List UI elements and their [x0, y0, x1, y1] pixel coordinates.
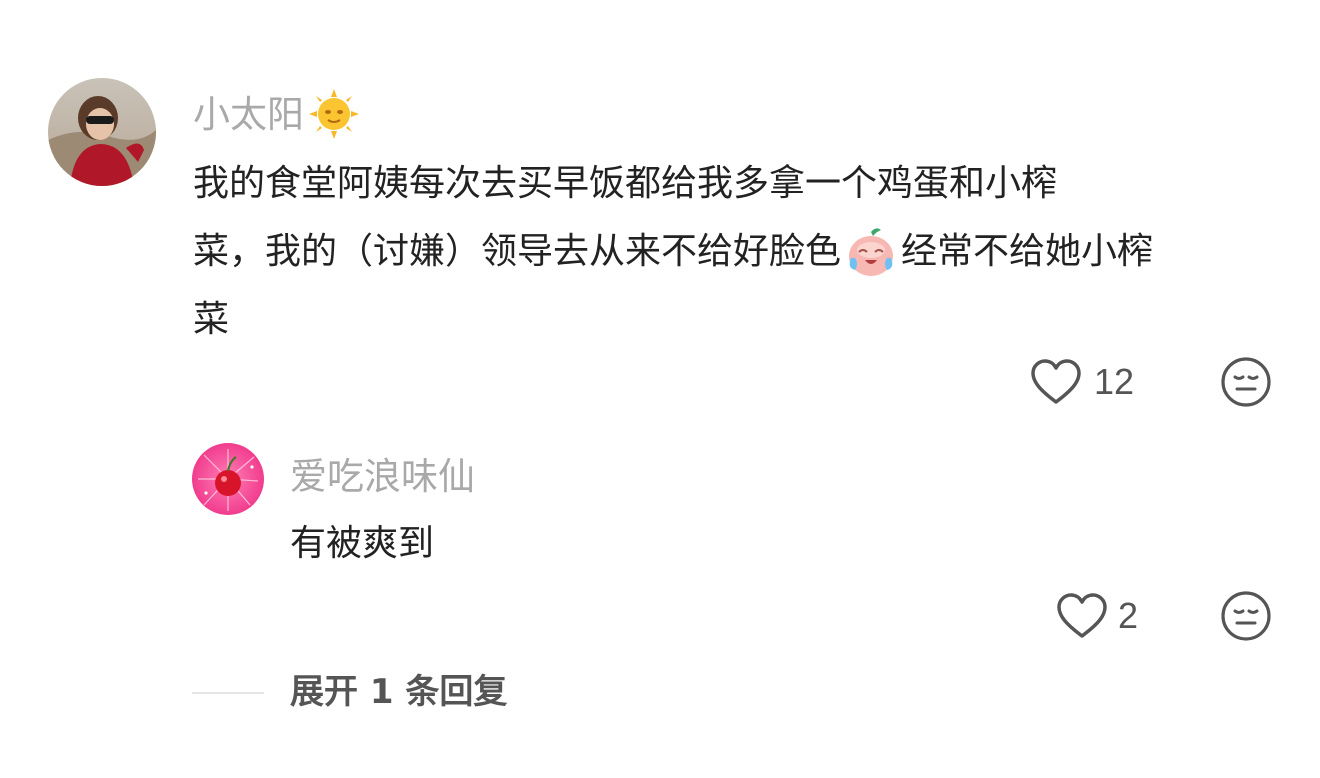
like-count: 12	[1094, 361, 1135, 402]
username-text: 小太阳	[193, 92, 304, 136]
reply-avatar[interactable]	[192, 443, 264, 515]
comment-line-part: 菜，我的（讨嫌）领导去从来不给好脸色	[193, 231, 842, 272]
avatar[interactable]	[48, 78, 156, 186]
comment-line: 我的食堂阿姨每次去买早饭都给我多拿一个鸡蛋和小榨	[193, 163, 1058, 204]
crying-peach-face-icon	[849, 228, 894, 276]
sun-with-face-icon	[309, 89, 359, 139]
dislike-face-icon[interactable]	[1220, 590, 1272, 642]
dislike-face-icon[interactable]	[1220, 356, 1272, 408]
like-count: 2	[1118, 595, 1139, 636]
reply-body: 有被爽到	[290, 523, 435, 564]
comment-line-part: 经常不给她小榨	[901, 231, 1154, 272]
comment-line: 菜	[193, 299, 230, 340]
comment-line: 菜，我的（讨嫌）领导去从来不给好脸色 经常不给她小榨	[193, 218, 1273, 286]
like-heart-icon[interactable]	[1030, 358, 1082, 406]
expand-divider	[192, 692, 264, 694]
like-heart-icon[interactable]	[1056, 592, 1108, 640]
comment-body: 我的食堂阿姨每次去买早饭都给我多拿一个鸡蛋和小榨 菜，我的（讨嫌）领导去从来不给…	[193, 150, 1273, 354]
comment-username[interactable]: 小太阳	[193, 88, 360, 140]
reply-username[interactable]: 爱吃浪味仙	[290, 458, 475, 495]
expand-replies-button[interactable]: 展开 1 条回复	[290, 675, 507, 709]
